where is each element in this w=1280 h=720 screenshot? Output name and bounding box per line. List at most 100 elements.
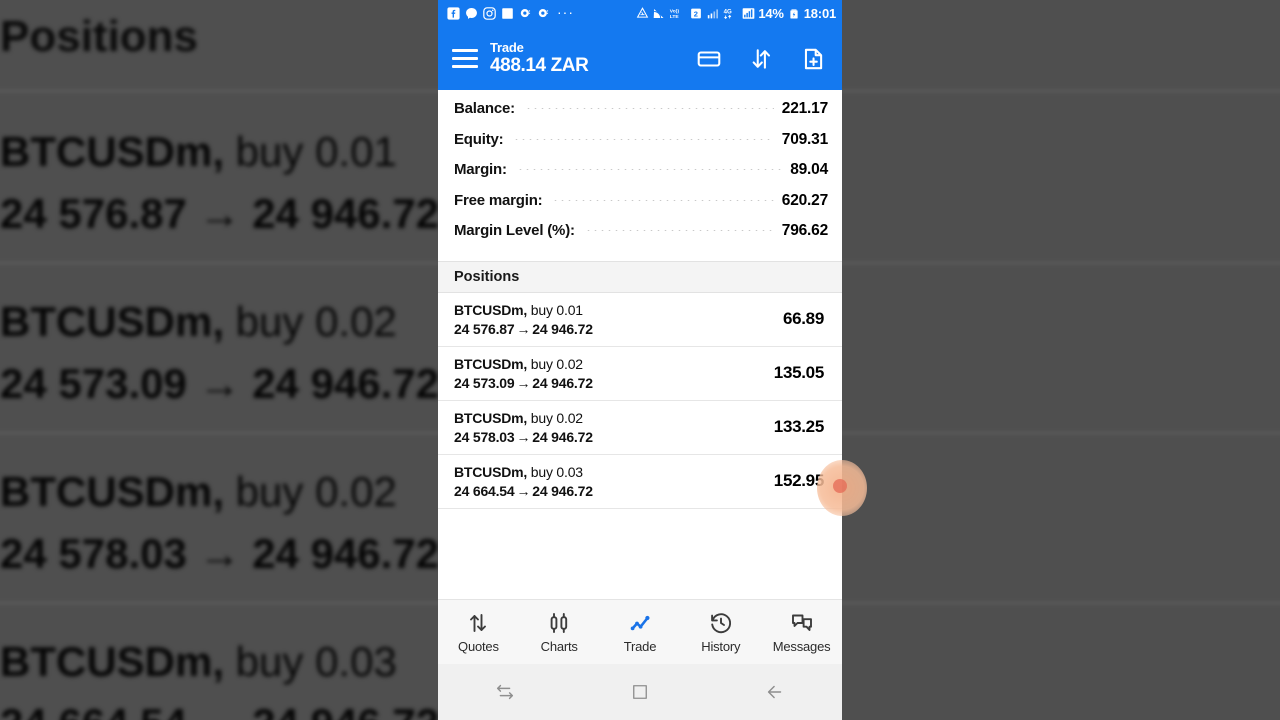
app-bar-subtitle: Trade <box>490 39 524 55</box>
position-details: BTCUSDm, buy 0.03 24 664.54 → 24 946.72 <box>454 464 593 499</box>
tab-label: History <box>701 638 741 654</box>
table-row[interactable]: BTCUSDm, buy 0.02 24 578.03 → 24 946.72 13… <box>438 401 842 455</box>
position-prices: 24 573.09 → 24 946.72 <box>454 375 593 391</box>
bottom-tab-bar: Quotes Charts Trade History Messages <box>438 599 842 664</box>
summary-row-free-margin: Free margin: 620.27 <box>454 192 828 223</box>
cast-icon <box>652 7 666 21</box>
table-row[interactable]: BTCUSDm, buy 0.01 24 576.87 → 24 946.72 66… <box>438 293 842 347</box>
position-symbol: BTCUSDm, <box>454 355 528 372</box>
position-symbol-volume: BTCUSDm, buy 0.02 <box>454 356 593 372</box>
app-bar: Trade 488.14 ZAR <box>438 27 842 90</box>
status-bar: ··· Vo)) LTE 2 4G 14% 18:01 <box>438 0 842 27</box>
app-bar-titles: Trade 488.14 ZAR <box>490 39 589 77</box>
app-bar-actions <box>696 46 830 72</box>
up-down-arrows-icon <box>466 611 490 635</box>
position-open-price: 24 573.09 <box>454 374 515 391</box>
status-bar-notifications: ··· <box>446 5 577 23</box>
hamburger-menu-icon[interactable] <box>452 46 478 72</box>
summary-label: Balance: <box>454 100 515 117</box>
summary-value: 796.62 <box>781 222 828 239</box>
up-down-arrows-icon[interactable] <box>748 46 774 72</box>
leader-dots <box>513 138 774 140</box>
android-nav-bar <box>438 664 842 720</box>
summary-row-margin: Margin: 89.04 <box>454 161 828 192</box>
new-document-plus-icon[interactable] <box>800 46 826 72</box>
phone-screen: ··· Vo)) LTE 2 4G 14% 18:01 Trade 488.14… <box>438 0 842 720</box>
positions-section-header: Positions <box>438 260 842 293</box>
instagram-icon <box>482 7 496 21</box>
bg-position-title: BTCUSDm, buy 0.03 <box>0 638 397 685</box>
dual-sim-2-icon: 2 <box>689 7 703 21</box>
battery-percent-label: 14% <box>758 6 784 21</box>
summary-value: 89.04 <box>790 161 828 178</box>
position-current-price: 24 946.72 <box>532 320 593 337</box>
position-prices: 24 576.87 → 24 946.72 <box>454 321 593 337</box>
battery-icon <box>787 7 801 21</box>
tab-charts[interactable]: Charts <box>519 611 600 654</box>
tab-history[interactable]: History <box>680 611 761 654</box>
position-profit: 133.25 <box>773 417 825 436</box>
leader-dots <box>552 199 774 201</box>
summary-label: Margin: <box>454 161 507 178</box>
position-side-volume: buy 0.02 <box>527 409 583 426</box>
position-details: BTCUSDm, buy 0.01 24 576.87 → 24 946.72 <box>454 302 593 337</box>
position-open-price: 24 578.03 <box>454 428 515 445</box>
signal-strength-icon <box>741 7 755 21</box>
tab-label: Quotes <box>458 638 499 654</box>
tab-messages[interactable]: Messages <box>761 611 842 654</box>
table-row[interactable]: BTCUSDm, buy 0.03 24 664.54 → 24 946.72 15… <box>438 455 842 509</box>
summary-label: Equity: <box>454 130 504 148</box>
position-symbol: BTCUSDm, <box>454 463 528 480</box>
position-prices: 24 578.03 → 24 946.72 <box>454 429 593 445</box>
recents-icon[interactable] <box>438 681 573 703</box>
summary-row-equity: Equity: 709.31 <box>454 131 828 162</box>
position-prices: 24 664.54 → 24 946.72 <box>454 483 593 499</box>
volte-icon: Vo)) LTE <box>669 7 686 21</box>
messenger-icon <box>464 7 478 21</box>
svg-text:4G: 4G <box>724 9 732 16</box>
summary-value: 709.31 <box>781 130 828 148</box>
signal-bars-icon <box>706 7 720 21</box>
leader-dots <box>516 169 783 170</box>
bg-position-title: BTCUSDm, buy 0.02 <box>0 468 397 515</box>
summary-row-margin-level: Margin Level (%): 796.62 <box>454 222 828 253</box>
tab-label: Messages <box>772 638 831 654</box>
credit-card-icon[interactable] <box>696 46 722 72</box>
position-side-volume: buy 0.03 <box>527 463 583 480</box>
chat-bubbles-icon <box>790 611 814 635</box>
notification-overflow-icon: ··· <box>557 3 574 20</box>
summary-row-balance: Balance: 221.17 <box>454 100 828 131</box>
back-arrow-icon[interactable] <box>707 681 842 703</box>
line-chart-icon <box>628 611 652 635</box>
account-balance-title: 488.14 ZAR <box>490 55 589 77</box>
position-symbol: BTCUSDm, <box>454 301 528 318</box>
tab-label: Trade <box>623 638 657 654</box>
position-details: BTCUSDm, buy 0.02 24 578.03 → 24 946.72 <box>454 410 593 445</box>
tab-quotes[interactable]: Quotes <box>438 611 519 654</box>
account-summary: Balance: 221.17 Equity: 709.31 Margin: 8… <box>438 90 842 261</box>
bg-position-profit: 66.89 <box>1120 155 1280 215</box>
position-symbol: BTCUSDm, <box>454 409 528 426</box>
tab-trade[interactable]: Trade <box>600 611 681 654</box>
position-details: BTCUSDm, buy 0.02 24 573.09 → 24 946.72 <box>454 356 593 391</box>
leader-dots <box>584 230 774 231</box>
bg-position-title: BTCUSDm, buy 0.01 <box>0 128 397 175</box>
position-current-price: 24 946.72 <box>532 428 593 445</box>
position-current-price: 24 946.72 <box>532 482 593 499</box>
position-profit: 135.05 <box>773 363 825 382</box>
bg-position-prices: 24 578.03 → 24 946.72 <box>0 530 440 577</box>
arrow-icon: → <box>516 374 531 391</box>
position-open-price: 24 664.54 <box>454 482 515 499</box>
gallery-icon-2 <box>536 7 550 21</box>
arrow-icon: → <box>516 482 531 499</box>
table-row[interactable]: BTCUSDm, buy 0.02 24 573.09 → 24 946.72 13… <box>438 347 842 401</box>
position-symbol-volume: BTCUSDm, buy 0.03 <box>454 464 593 480</box>
home-square-icon[interactable] <box>573 682 708 702</box>
position-profit: 66.89 <box>782 309 824 328</box>
arrow-icon: → <box>516 320 531 337</box>
svg-text:Vo)): Vo)) <box>670 9 680 15</box>
data-saver-icon <box>635 7 649 21</box>
bg-position-prices: 24 576.87 → 24 946.72 <box>0 190 440 237</box>
arrow-icon: → <box>516 428 531 445</box>
clock-label: 18:01 <box>803 6 836 21</box>
